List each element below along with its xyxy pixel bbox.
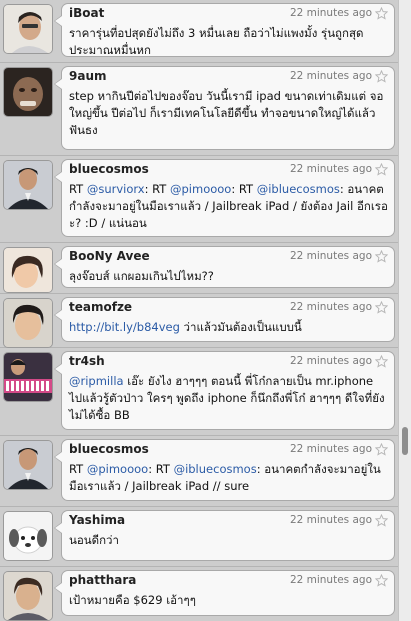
avatar[interactable] [4, 299, 52, 347]
avatar[interactable] [4, 5, 52, 53]
star-icon[interactable] [375, 574, 388, 587]
timestamp[interactable]: 22 minutes ago [290, 574, 372, 586]
url-link[interactable]: http://bit.ly/b84veg [69, 320, 180, 334]
mention-link[interactable]: @surviorx [87, 182, 145, 196]
tweet-item: BooNy Avee 22 minutes ago ลุงจ๊อบส์ แกผอ… [0, 243, 398, 294]
username[interactable]: phatthara [69, 573, 136, 587]
username[interactable]: BooNy Avee [69, 249, 150, 263]
tweet-item: bluecosmos 22 minutes ago RT @surviorx: … [0, 156, 398, 243]
avatar[interactable] [4, 161, 52, 209]
tweet-item: teamofze 22 minutes ago http://bit.ly/b8… [0, 294, 398, 348]
username[interactable]: tr4sh [69, 354, 105, 368]
username[interactable]: Yashima [69, 513, 125, 527]
vertical-scrollbar[interactable] [398, 0, 411, 621]
tweet-bubble: phatthara 22 minutes ago เป้าหมายคือ $62… [54, 570, 395, 616]
tweet-text: ราคารุ่นที่อปสุดยังไม่ถึง 3 หมื่นเลย ถือ… [69, 26, 364, 57]
tweet-text: RT @surviorx: RT @pimoooo: RT @ibluecosm… [69, 181, 388, 232]
tweet-item: Yashima 22 minutes ago นอนดีกว่า [0, 507, 398, 567]
mention-link[interactable]: @pimoooo [170, 182, 231, 196]
tweet-text-segment: RT [69, 462, 87, 476]
avatar[interactable] [4, 512, 52, 560]
username[interactable]: teamofze [69, 300, 132, 314]
tweet-text-segment: ว่าแล้วมันต้องเป็นแบบนี้ [179, 320, 302, 334]
tweet-bubble: bluecosmos 22 minutes ago RT @pimoooo: R… [54, 439, 395, 501]
star-icon[interactable] [375, 514, 388, 527]
star-icon[interactable] [375, 7, 388, 20]
tweet-item: bluecosmos 22 minutes ago RT @pimoooo: R… [0, 436, 398, 507]
tweet-bubble: tr4sh 22 minutes ago @ripmilla เอ๊ะ ยังไ… [54, 351, 395, 430]
timestamp[interactable]: 22 minutes ago [290, 70, 372, 82]
scrollbar-thumb[interactable] [402, 427, 408, 455]
tweet-text: http://bit.ly/b84veg ว่าแล้วมันต้องเป็นแ… [69, 319, 388, 336]
avatar[interactable] [4, 353, 52, 401]
tweet-text: RT @pimoooo: RT @ibluecosmos: อนาคตกำลัง… [69, 461, 388, 495]
mention-link[interactable]: @ripmilla [69, 374, 124, 388]
tweet-bubble: Yashima 22 minutes ago นอนดีกว่า [54, 510, 395, 561]
avatar[interactable] [4, 572, 52, 620]
star-icon[interactable] [375, 250, 388, 263]
tweet-text: step หากินปีต่อไปของจ๊อบ วันนี้เรามี ipa… [69, 89, 384, 137]
timestamp[interactable]: 22 minutes ago [290, 443, 372, 455]
star-icon[interactable] [375, 163, 388, 176]
tweet-item: 9aum 22 minutes ago step หากินปีต่อไปของ… [0, 63, 398, 156]
timeline: iBoat 22 minutes ago ราคารุ่นที่อปสุดยัง… [0, 0, 398, 621]
tweet-text-segment: : RT [231, 182, 257, 196]
timestamp[interactable]: 22 minutes ago [290, 7, 372, 19]
tweet-bubble: BooNy Avee 22 minutes ago ลุงจ๊อบส์ แกผอ… [54, 246, 395, 288]
timestamp[interactable]: 22 minutes ago [290, 301, 372, 313]
username[interactable]: bluecosmos [69, 162, 149, 176]
star-icon[interactable] [375, 301, 388, 314]
tweet-text: ลุงจ๊อบส์ แกผอมเกินไปไหม?? [69, 269, 214, 283]
tweet-bubble: teamofze 22 minutes ago http://bit.ly/b8… [54, 297, 395, 342]
tweet-text: เป้าหมายคือ $629 เอ้าๆๆ [69, 593, 196, 607]
mention-link[interactable]: @pimoooo [87, 462, 148, 476]
tweet-text-segment: RT [69, 182, 87, 196]
username[interactable]: 9aum [69, 69, 107, 83]
timestamp[interactable]: 22 minutes ago [290, 163, 372, 175]
tweet-bubble: iBoat 22 minutes ago ราคารุ่นที่อปสุดยัง… [54, 3, 395, 57]
mention-link[interactable]: @ibluecosmos [257, 182, 340, 196]
avatar[interactable] [4, 68, 52, 116]
tweet-item: tr4sh 22 minutes ago @ripmilla เอ๊ะ ยังไ… [0, 348, 398, 436]
avatar[interactable] [4, 248, 52, 292]
timestamp[interactable]: 22 minutes ago [290, 250, 372, 262]
mention-link[interactable]: @ibluecosmos [174, 462, 257, 476]
tweet-text: นอนดีกว่า [69, 533, 119, 547]
timestamp[interactable]: 22 minutes ago [290, 514, 372, 526]
star-icon[interactable] [375, 355, 388, 368]
tweet-item: phatthara 22 minutes ago เป้าหมายคือ $62… [0, 567, 398, 621]
star-icon[interactable] [375, 443, 388, 456]
username[interactable]: bluecosmos [69, 442, 149, 456]
timestamp[interactable]: 22 minutes ago [290, 355, 372, 367]
avatar[interactable] [4, 441, 52, 489]
tweet-text-segment: : RT [144, 182, 170, 196]
tweet-item: iBoat 22 minutes ago ราคารุ่นที่อปสุดยัง… [0, 0, 398, 63]
star-icon[interactable] [375, 70, 388, 83]
tweet-bubble: 9aum 22 minutes ago step หากินปีต่อไปของ… [54, 66, 395, 150]
tweet-text-segment: : RT [148, 462, 174, 476]
tweet-text: @ripmilla เอ๊ะ ยังไง ฮาๆๆๆ ตอนนี้ พี่โก๋… [69, 373, 388, 424]
username[interactable]: iBoat [69, 6, 104, 20]
tweet-bubble: bluecosmos 22 minutes ago RT @surviorx: … [54, 159, 395, 237]
